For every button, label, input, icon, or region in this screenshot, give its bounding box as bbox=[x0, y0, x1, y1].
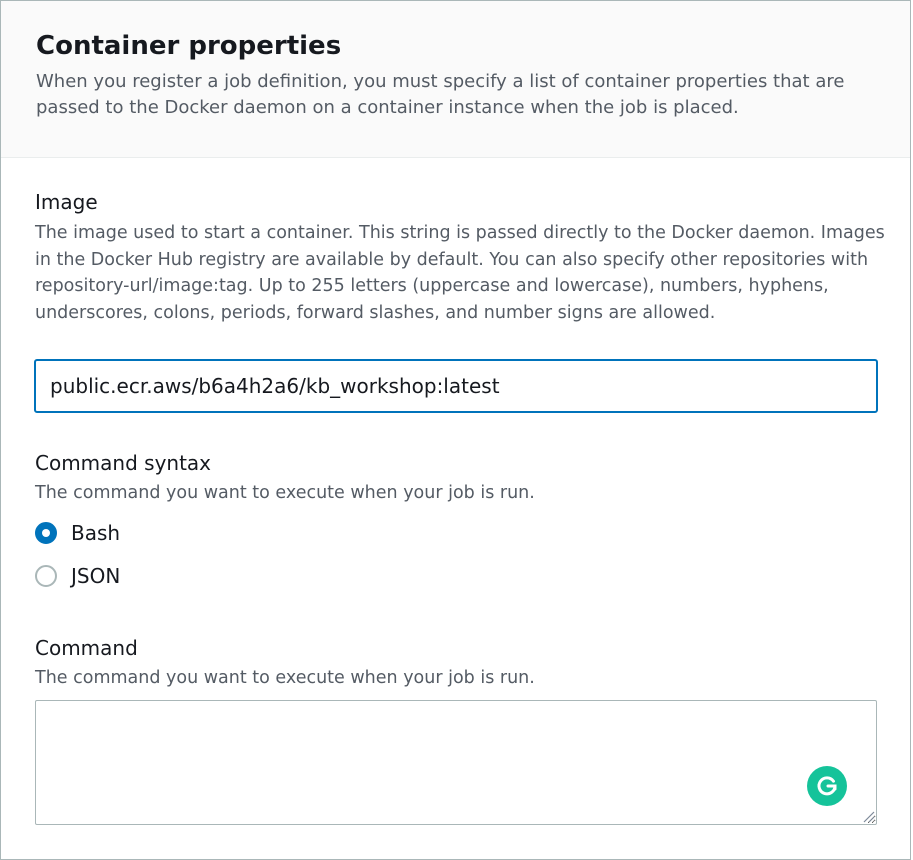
grammarly-g-glyph bbox=[817, 776, 837, 796]
panel-header: Container properties When you register a… bbox=[1, 1, 910, 158]
section-description: When you register a job definition, you … bbox=[36, 71, 845, 118]
command-description: The command you want to execute when you… bbox=[35, 668, 535, 688]
resize-handle-icon[interactable] bbox=[859, 807, 875, 823]
command-field-header: Command The command you want to execute … bbox=[35, 634, 885, 692]
grammarly-icon[interactable] bbox=[807, 766, 847, 806]
radio-button-json[interactable] bbox=[35, 565, 57, 587]
radio-label-bash: Bash bbox=[71, 521, 121, 545]
radio-option-json[interactable]: JSON bbox=[35, 562, 120, 590]
radio-button-bash[interactable] bbox=[35, 522, 57, 544]
radio-label-json: JSON bbox=[71, 564, 121, 588]
section-title: Container properties bbox=[36, 31, 342, 61]
radio-option-bash[interactable]: Bash bbox=[35, 519, 120, 547]
command-textarea[interactable] bbox=[35, 700, 877, 825]
image-field-header: Image The image used to start a containe… bbox=[35, 188, 885, 326]
command-syntax-label: Command syntax bbox=[35, 451, 212, 475]
image-label: Image bbox=[35, 190, 98, 214]
command-syntax-description: The command you want to execute when you… bbox=[35, 483, 535, 503]
image-description: The image used to start a container. Thi… bbox=[35, 223, 885, 323]
command-label: Command bbox=[35, 636, 138, 660]
image-input[interactable] bbox=[34, 359, 878, 413]
command-syntax-header: Command syntax The command you want to e… bbox=[35, 449, 885, 507]
